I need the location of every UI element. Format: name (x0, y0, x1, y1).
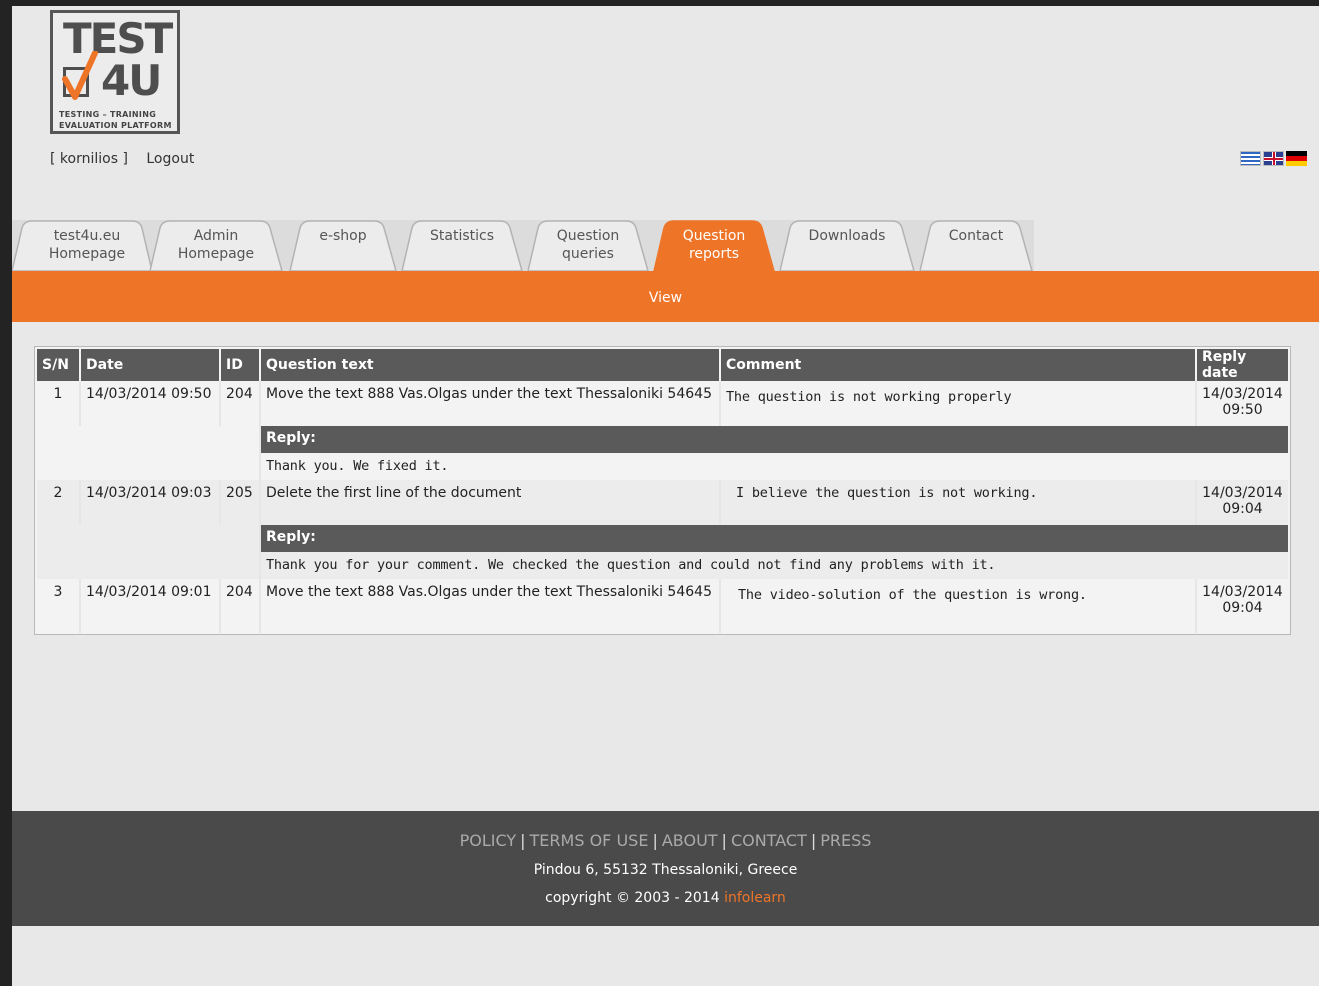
footer-address: Pindou 6, 55132 Thessaloniki, Greece (533, 862, 798, 878)
tab-label: Question reports (682, 228, 746, 262)
tab-statistics[interactable]: Statistics (400, 220, 524, 271)
reply-label: Reply: (260, 525, 1288, 552)
footer-separator: | (652, 831, 658, 850)
footer-copyright: copyright © 2003 - 2014 infolearn (12, 890, 1319, 906)
cell-sn: 3 (37, 579, 81, 633)
tab-label: Statistics (430, 228, 494, 244)
footer-separator: | (810, 831, 817, 850)
footer: POLICY | TERMS OF USE | ABOUT | CONTACT | PRESS … (12, 811, 1319, 926)
view-link[interactable]: View (649, 290, 682, 306)
logo-tagline-line2: EVALUATION PLATFORM (59, 121, 172, 130)
tab-label: Question queries (556, 228, 620, 262)
test4u-logo[interactable]: TEST 4U TESTING – TRAINING EVALUATION PL… (50, 10, 180, 134)
cell-question-text: Move the text 888 Vas.Olgas under the te… (260, 579, 721, 633)
copyright-text: copyright © 2003 - 2014 (545, 890, 720, 906)
cell-date: 14/03/2014 09:50 (80, 381, 221, 426)
sub-navigation-bar: View (12, 271, 1319, 322)
footer-separator: | (721, 831, 727, 850)
language-selector (1240, 151, 1307, 166)
footer-separator: | (520, 831, 526, 850)
cell-id: 204 (220, 381, 261, 426)
reply-label: Reply: (260, 426, 1288, 453)
header-question-text: Question text (260, 349, 721, 381)
logout-link[interactable]: Logout (146, 151, 194, 167)
cell-question-text: Move the text 888 Vas.Olgas under the te… (260, 381, 721, 426)
greek-flag-icon[interactable] (1240, 151, 1261, 166)
table-row: 1 14/03/2014 09:50 204 Move the text 888… (37, 381, 1288, 426)
footer-link-terms[interactable]: TERMS OF USE (530, 831, 649, 850)
tab-label: Contact (948, 228, 1004, 244)
tab-question-reports[interactable]: Question reports (652, 220, 776, 271)
cell-question-text: Delete the first line of the document (260, 480, 721, 525)
tab-question-queries[interactable]: Question queries (526, 220, 650, 271)
question-reports-table: S/N Date ID Question text Comment Reply … (37, 349, 1288, 633)
table-row: 2 14/03/2014 09:03 205 Delete the first … (37, 480, 1288, 525)
german-flag-icon[interactable] (1286, 151, 1307, 166)
reply-header-row: Reply: (37, 426, 1288, 453)
footer-link-policy[interactable]: POLICY (460, 831, 517, 850)
reply-row: Thank you for your comment. We checked t… (37, 552, 1288, 579)
tab-label: Downloads (808, 228, 886, 244)
header-date: Date (80, 349, 221, 381)
tab-label: Admin Homepage (177, 228, 255, 262)
cell-id: 204 (220, 579, 261, 633)
user-bar: [ kornilios ] Logout (50, 151, 194, 167)
cell-reply-date: 14/03/2014 09:04 (1202, 485, 1283, 517)
reply-row: Thank you. We fixed it. (37, 453, 1288, 480)
cell-comment: The question is not working properly (720, 381, 1197, 426)
cell-date: 14/03/2014 09:01 (80, 579, 221, 633)
cell-sn: 1 (37, 381, 81, 426)
username-link[interactable]: [ kornilios ] (50, 151, 128, 167)
logo-tagline-line1: TESTING – TRAINING (59, 110, 157, 119)
reply-text: Thank you for your comment. We checked t… (266, 557, 996, 573)
reply-header-row: Reply: (37, 525, 1288, 552)
reports-table-container: S/N Date ID Question text Comment Reply … (34, 346, 1291, 635)
cell-reply-date: 14/03/2014 09:50 (1202, 386, 1283, 418)
tab-test4u-homepage[interactable]: test4u.eu Homepage (12, 220, 162, 271)
tab-label: e-shop (319, 228, 367, 244)
tab-contact[interactable]: Contact (918, 220, 1034, 271)
header-comment: Comment (720, 349, 1197, 381)
cell-reply-date: 14/03/2014 09:04 (1202, 584, 1283, 616)
logo-tagline: TESTING – TRAINING EVALUATION PLATFORM (59, 109, 177, 131)
infolearn-link[interactable]: infolearn (724, 890, 786, 906)
logo-text-4u: 4U (101, 56, 162, 105)
footer-link-press[interactable]: PRESS (820, 831, 871, 850)
tab-downloads[interactable]: Downloads (778, 220, 916, 271)
cell-comment: I believe the question is not working. (720, 480, 1197, 525)
header-reply-date: Reply date (1196, 349, 1288, 381)
header-id: ID (220, 349, 261, 381)
header-sn: S/N (37, 349, 81, 381)
cell-sn: 2 (37, 480, 81, 525)
footer-link-about[interactable]: ABOUT (662, 831, 718, 850)
cell-id: 205 (220, 480, 261, 525)
tab-label: test4u.eu Homepage (48, 228, 126, 262)
cell-comment: The video-solution of the question is wr… (720, 579, 1197, 633)
checkmark-icon (62, 51, 98, 100)
footer-link-contact[interactable]: CONTACT (731, 831, 807, 850)
uk-flag-icon[interactable] (1263, 151, 1284, 166)
cell-date: 14/03/2014 09:03 (80, 480, 221, 525)
tab-admin-homepage[interactable]: Admin Homepage (148, 220, 284, 271)
table-row: 3 14/03/2014 09:01 204 Move the text 888… (37, 579, 1288, 633)
table-header-row: S/N Date ID Question text Comment Reply … (37, 349, 1288, 381)
page: TEST 4U TESTING – TRAINING EVALUATION PL… (12, 6, 1319, 986)
reply-text: Thank you. We fixed it. (266, 458, 449, 474)
tab-e-shop[interactable]: e-shop (288, 220, 398, 271)
footer-links: POLICY | TERMS OF USE | ABOUT | CONTACT | PRESS (12, 831, 1319, 850)
